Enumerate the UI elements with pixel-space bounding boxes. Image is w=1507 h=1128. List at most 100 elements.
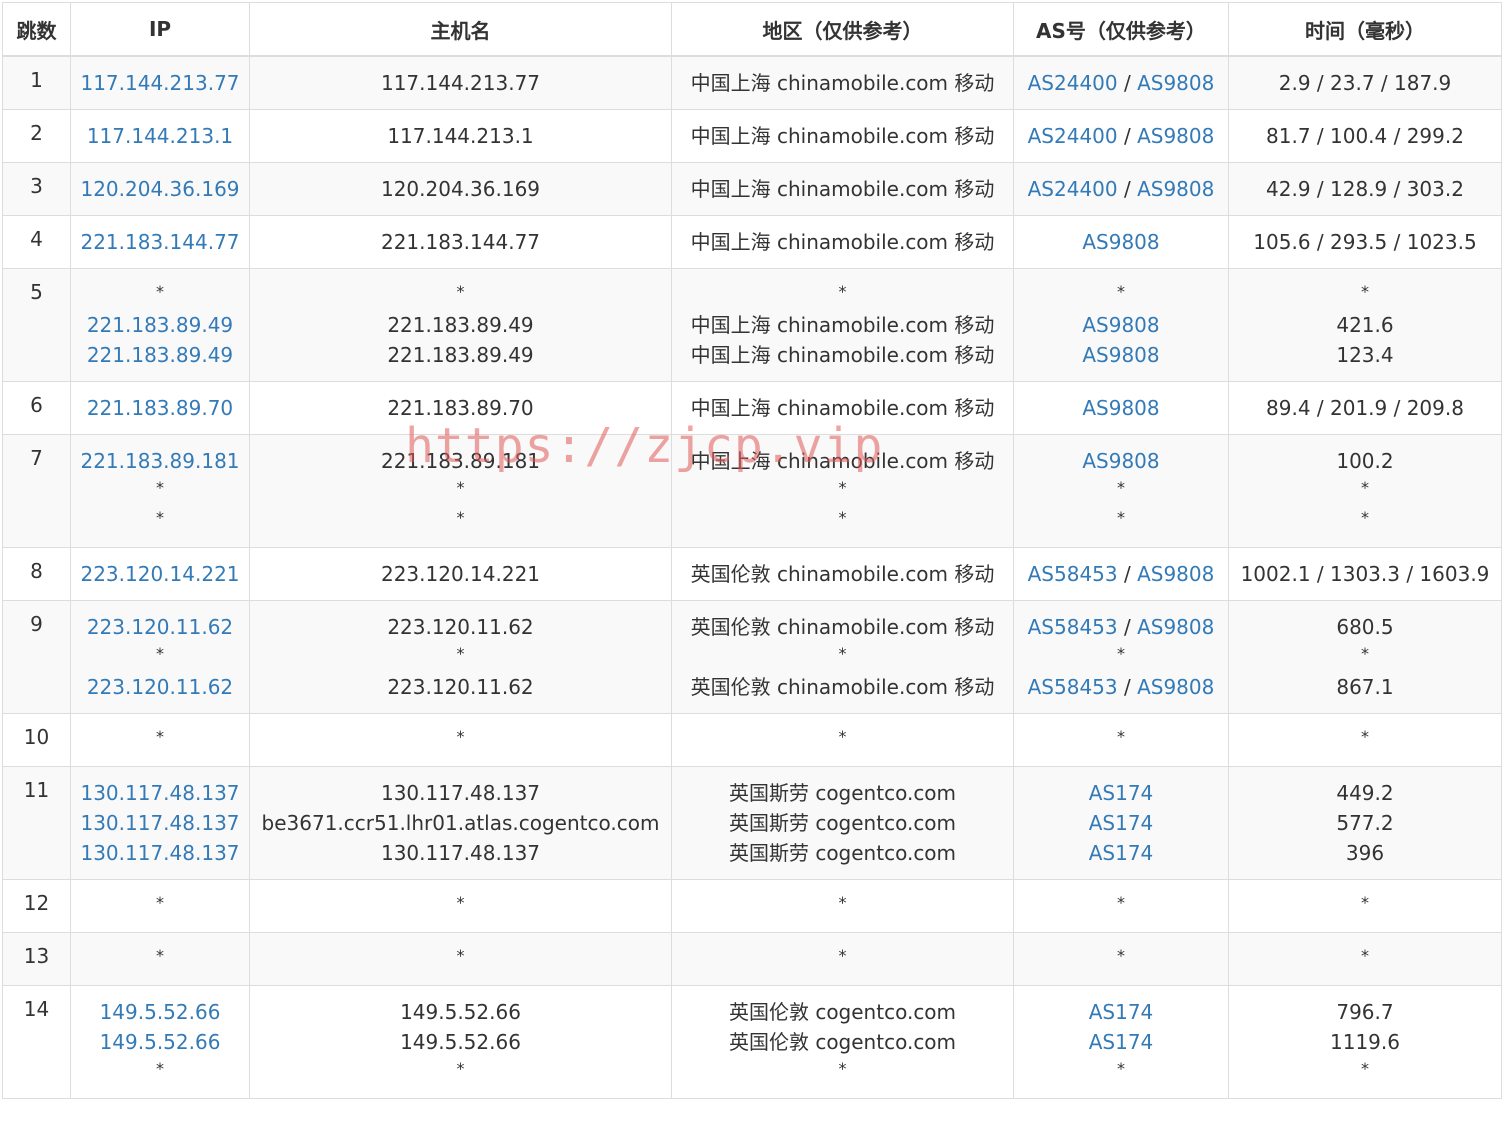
as-link[interactable]: AS9808 xyxy=(1082,396,1159,420)
as-star: * xyxy=(1117,282,1125,301)
ip-link[interactable]: 223.120.14.221 xyxy=(80,562,239,586)
as-link[interactable]: AS24400 xyxy=(1028,71,1118,95)
hostname-text: 221.183.89.70 xyxy=(387,396,534,420)
time-text: 100.2 xyxy=(1336,449,1394,473)
hostname-text: 117.144.213.77 xyxy=(380,71,541,95)
ip-link[interactable]: 221.183.89.70 xyxy=(87,396,233,420)
region-cell: * xyxy=(671,713,1014,767)
as-cell: AS9808 * * xyxy=(1013,434,1229,548)
ip-link[interactable]: 221.183.89.49 xyxy=(87,313,233,337)
ip-link[interactable]: 149.5.52.66 xyxy=(100,1000,221,1024)
as-link[interactable]: AS9808 xyxy=(1082,313,1159,337)
as-link[interactable]: AS24400 xyxy=(1028,124,1118,148)
time-text: 42.9 / 128.9 / 303.2 xyxy=(1266,177,1464,201)
time-text: * xyxy=(1361,644,1369,663)
as-link[interactable]: AS9808 xyxy=(1137,124,1214,148)
time-cell: 796.7 1119.6 * xyxy=(1228,985,1502,1099)
hostname-text: * xyxy=(456,508,465,527)
as-cell: * xyxy=(1013,879,1229,933)
region-text: 中国上海 chinamobile.com 移动 xyxy=(690,71,995,95)
as-star: * xyxy=(1117,727,1125,746)
as-link[interactable]: AS9808 xyxy=(1137,177,1214,201)
region-cell: 英国伦敦 cogentco.com 英国伦敦 cogentco.com * xyxy=(671,985,1014,1099)
as-link[interactable]: AS58453 xyxy=(1028,615,1118,639)
time-text: 680.5 xyxy=(1336,615,1394,639)
region-text: 英国斯劳 cogentco.com xyxy=(728,841,957,865)
as-star: * xyxy=(1117,893,1125,912)
hop-cell: 10 xyxy=(2,713,71,767)
traceroute-table: 跳数 IP 主机名 地区（仅供参考） AS号（仅供参考） 时间（毫秒） 1 117.144.… xyxy=(2,2,1502,1099)
ip-cell: * 221.183.89.49 221.183.89.49 xyxy=(70,268,250,382)
hostname-text: * xyxy=(456,946,465,965)
hop-cell: 3 xyxy=(2,162,71,216)
table-row: 11 130.117.48.137 130.117.48.137 130.117.48… xyxy=(2,766,1502,880)
region-text: 中国上海 chinamobile.com 移动 xyxy=(690,177,995,201)
as-link[interactable]: AS174 xyxy=(1089,841,1154,865)
as-link[interactable]: AS174 xyxy=(1089,811,1154,835)
hostname-cell: 117.144.213.1 xyxy=(249,109,672,163)
table-row: 4 221.183.144.77 221.183.144.77 中国上海 chinam… xyxy=(2,215,1502,269)
ip-link[interactable]: 130.117.48.137 xyxy=(80,781,239,805)
hop-cell: 7 xyxy=(2,434,71,548)
as-link[interactable]: AS9808 xyxy=(1137,562,1214,586)
ip-link[interactable]: 221.183.89.49 xyxy=(87,343,233,367)
as-link[interactable]: AS9808 xyxy=(1082,449,1159,473)
ip-star: * xyxy=(156,644,164,663)
as-link[interactable]: AS9808 xyxy=(1082,343,1159,367)
ip-link[interactable]: 130.117.48.137 xyxy=(80,841,239,865)
table-row: 2 117.144.213.1 117.144.213.1 中国上海 chinamob… xyxy=(2,109,1502,163)
ip-link[interactable]: 117.144.213.1 xyxy=(87,124,233,148)
as-link[interactable]: AS174 xyxy=(1089,1030,1154,1054)
hop-cell: 4 xyxy=(2,215,71,269)
as-link[interactable]: AS58453 xyxy=(1028,675,1118,699)
hostname-cell: 117.144.213.77 xyxy=(249,55,672,110)
time-text: 449.2 xyxy=(1336,781,1394,805)
time-cell: 89.4 / 201.9 / 209.8 xyxy=(1228,381,1502,435)
as-cell: AS174 AS174 * xyxy=(1013,985,1229,1099)
table-row: 8 223.120.14.221 223.120.14.221 英国伦敦 chinam… xyxy=(2,547,1502,601)
ip-link[interactable]: 117.144.213.77 xyxy=(80,71,239,95)
hostname-text: 130.117.48.137 xyxy=(380,841,541,865)
region-cell: 中国上海 chinamobile.com 移动 * * xyxy=(671,434,1014,548)
region-cell: 中国上海 chinamobile.com 移动 xyxy=(671,55,1014,110)
region-text: * xyxy=(838,946,847,965)
hop-cell: 14 xyxy=(2,985,71,1099)
hostname-cell: 149.5.52.66 149.5.52.66 * xyxy=(249,985,672,1099)
table-row: 12 * * * * * xyxy=(2,879,1502,933)
as-cell: AS24400 / AS9808 xyxy=(1013,55,1229,110)
as-link[interactable]: AS9808 xyxy=(1137,71,1214,95)
time-text: * xyxy=(1361,727,1369,746)
ip-cell: 130.117.48.137 130.117.48.137 130.117.48.1… xyxy=(70,766,250,880)
as-link[interactable]: AS9808 xyxy=(1137,615,1214,639)
hostname-text: 130.117.48.137 xyxy=(380,781,541,805)
ip-link[interactable]: 120.204.36.169 xyxy=(80,177,239,201)
time-cell: * xyxy=(1228,932,1502,986)
ip-link[interactable]: 221.183.89.181 xyxy=(80,449,239,473)
ip-link[interactable]: 223.120.11.62 xyxy=(87,615,233,639)
ip-link[interactable]: 149.5.52.66 xyxy=(100,1030,221,1054)
as-link[interactable]: AS58453 xyxy=(1028,562,1118,586)
hop-cell: 11 xyxy=(2,766,71,880)
as-link[interactable]: AS174 xyxy=(1089,1000,1154,1024)
region-text: 英国伦敦 chinamobile.com 移动 xyxy=(690,675,995,699)
as-link[interactable]: AS9808 xyxy=(1137,675,1214,699)
hostname-text: 221.183.89.181 xyxy=(380,449,541,473)
table-row: 13 * * * * * xyxy=(2,932,1502,986)
ip-link[interactable]: 130.117.48.137 xyxy=(80,811,239,835)
hostname-cell: 221.183.144.77 xyxy=(249,215,672,269)
as-separator: / xyxy=(1117,615,1138,639)
table-row: 14 149.5.52.66 149.5.52.66 * 149.5.52.66 149.… xyxy=(2,985,1502,1099)
time-text: 1002.1 / 1303.3 / 1603.9 xyxy=(1240,562,1490,586)
as-link[interactable]: AS9808 xyxy=(1082,230,1159,254)
as-separator: / xyxy=(1117,124,1138,148)
as-star: * xyxy=(1117,478,1125,497)
time-cell: 449.2 577.2 396 xyxy=(1228,766,1502,880)
as-link[interactable]: AS24400 xyxy=(1028,177,1118,201)
ip-link[interactable]: 221.183.144.77 xyxy=(80,230,239,254)
as-cell: AS58453 / AS9808 xyxy=(1013,547,1229,601)
ip-link[interactable]: 223.120.11.62 xyxy=(87,675,233,699)
as-link[interactable]: AS174 xyxy=(1089,781,1154,805)
table-body: 1 117.144.213.77 117.144.213.77 中国上海 chinam… xyxy=(2,55,1502,1099)
region-cell: 中国上海 chinamobile.com 移动 xyxy=(671,215,1014,269)
as-cell: AS24400 / AS9808 xyxy=(1013,109,1229,163)
